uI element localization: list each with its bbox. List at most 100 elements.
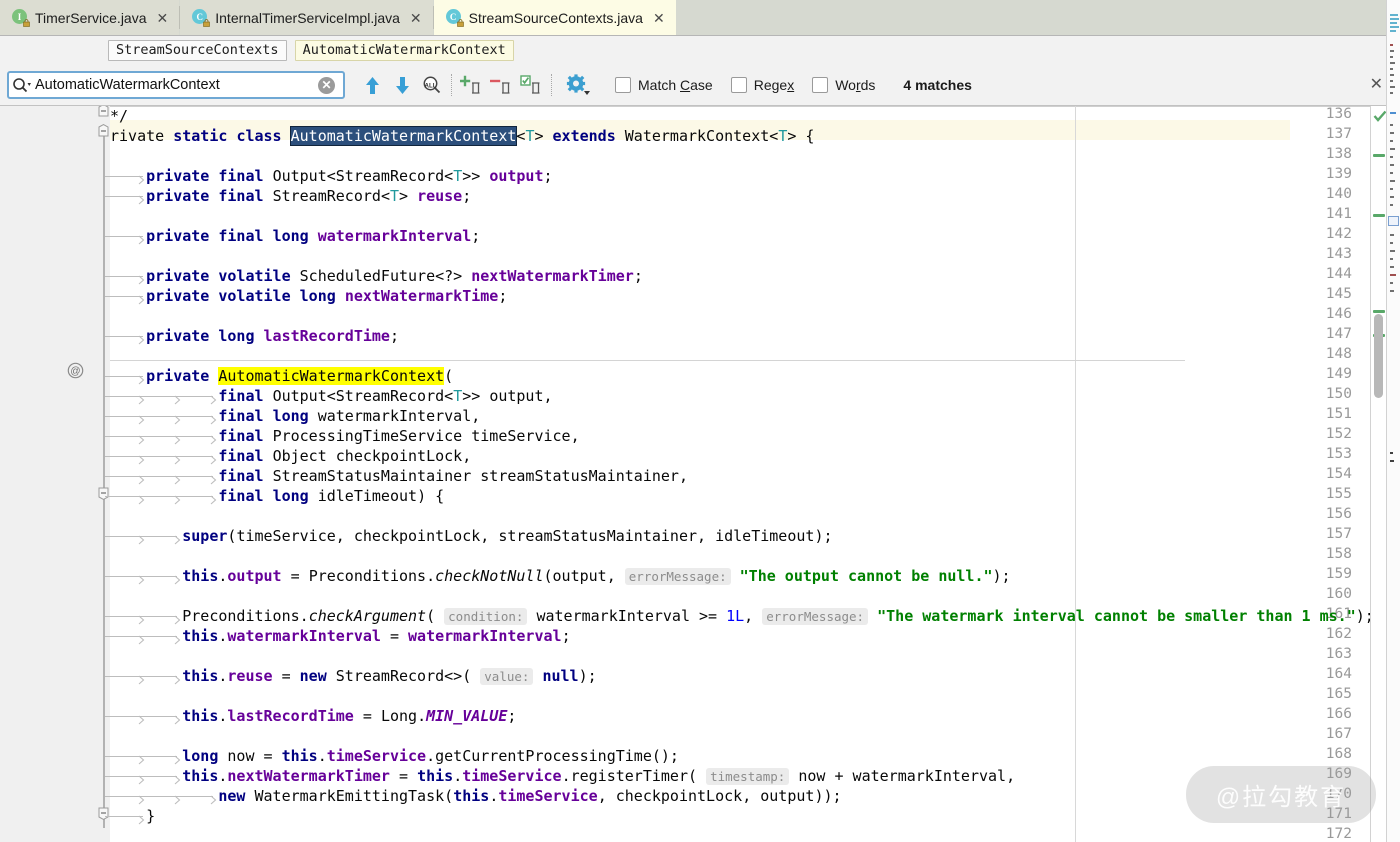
interface-icon: I: [12, 9, 30, 27]
tab-arrow-icon: [174, 631, 181, 645]
editor-tab-bar: I TimerService.java ✕ C InternalTimerSer…: [0, 0, 1400, 36]
search-input[interactable]: [35, 74, 318, 96]
breadcrumb-item-streamsourcecontexts[interactable]: StreamSourceContexts: [108, 40, 287, 61]
fold-marker-171[interactable]: [97, 806, 110, 820]
editor-scrollbar-thumb[interactable]: [1374, 314, 1383, 398]
occurrence-marker[interactable]: [1373, 214, 1385, 217]
regex-checkbox[interactable]: Regex: [730, 77, 794, 93]
tab-arrow-icon: [174, 751, 181, 765]
indent-guide: [177, 416, 213, 417]
tab-arrow-icon: [138, 331, 145, 345]
search-field-wrapper[interactable]: ✕: [7, 71, 345, 99]
code-line[interactable]: rivate static class AutomaticWatermarkCo…: [110, 126, 814, 146]
toolbar-separator: [551, 74, 553, 96]
search-match[interactable]: AutomaticWatermarkContext: [218, 367, 445, 385]
tab-arrow-icon: [138, 171, 145, 185]
code-line[interactable]: private volatile ScheduledFuture<?> next…: [110, 266, 643, 286]
editor-gutter[interactable]: [0, 106, 97, 842]
tab-close-icon[interactable]: ✕: [410, 11, 422, 25]
clear-search-icon[interactable]: ✕: [318, 76, 335, 94]
error-stripe-marker-bar[interactable]: [1370, 106, 1387, 842]
tab-arrow-icon: [210, 431, 217, 445]
words-label: Words: [835, 77, 876, 93]
indent-guide: [141, 756, 177, 757]
editor-tab-timerservice[interactable]: I TimerService.java ✕: [0, 0, 180, 35]
breadcrumb-item-automaticwatermarkcontext[interactable]: AutomaticWatermarkContext: [294, 40, 514, 61]
code-line[interactable]: this.reuse = new StreamRecord<>( value: …: [110, 666, 597, 686]
search-match-current[interactable]: AutomaticWatermarkContext: [289, 126, 518, 146]
tab-close-icon[interactable]: ✕: [157, 11, 169, 25]
words-checkbox-box[interactable]: [812, 77, 829, 93]
tab-arrow-icon: [174, 711, 181, 725]
occurrence-marker[interactable]: [1373, 154, 1385, 157]
fold-region-line: [103, 128, 105, 828]
code-line[interactable]: private volatile long nextWatermarkTime;: [110, 286, 507, 306]
class-icon: C: [192, 9, 211, 27]
svg-text:@: @: [70, 366, 80, 377]
tab-arrow-icon: [210, 491, 217, 505]
code-minimap[interactable]: [1386, 0, 1400, 842]
search-icon[interactable]: [9, 73, 35, 97]
inspection-ok-icon[interactable]: [1373, 110, 1387, 126]
annotation-gutter-icon[interactable]: @: [67, 362, 84, 379]
find-settings-button[interactable]: [563, 70, 593, 100]
code-line[interactable]: private final long watermarkInterval;: [110, 226, 480, 246]
add-occurrence-button[interactable]: [457, 70, 487, 100]
remove-occurrence-button[interactable]: [487, 70, 517, 100]
find-next-button[interactable]: [387, 70, 417, 100]
occurrence-marker[interactable]: [1373, 310, 1385, 313]
indent-guide: [141, 396, 177, 397]
code-text-area[interactable]: */rivate static class AutomaticWatermark…: [105, 106, 1400, 842]
find-previous-button[interactable]: [357, 70, 387, 100]
tab-arrow-icon: [174, 531, 181, 545]
code-line[interactable]: private final StreamRecord<T> reuse;: [110, 186, 471, 206]
tab-close-icon[interactable]: ✕: [653, 11, 665, 25]
code-line[interactable]: Preconditions.checkArgument( condition: …: [110, 606, 1374, 626]
code-line[interactable]: super(timeService, checkpointLock, strea…: [110, 526, 832, 546]
indent-guide: [141, 436, 177, 437]
code-line[interactable]: long now = this.timeService.getCurrentPr…: [110, 746, 679, 766]
indent-guide: [141, 636, 177, 637]
words-checkbox[interactable]: Words: [812, 77, 875, 93]
select-all-occurrences-button[interactable]: ALL: [417, 70, 447, 100]
class-icon: C: [445, 9, 464, 27]
code-line[interactable]: new WatermarkEmittingTask(this.timeServi…: [110, 786, 841, 806]
regex-checkbox-box[interactable]: [730, 77, 747, 93]
tab-arrow-icon: [138, 271, 145, 285]
match-case-checkbox-box[interactable]: [615, 77, 631, 93]
code-line[interactable]: this.nextWatermarkTimer = this.timeServi…: [110, 766, 1015, 786]
code-line[interactable]: */: [110, 106, 128, 126]
indent-guide: [177, 456, 213, 457]
tab-arrow-icon: [138, 811, 145, 825]
indent-guide: [177, 476, 213, 477]
indent-guide: [141, 616, 177, 617]
code-line[interactable]: private final Output<StreamRecord<T>> ou…: [110, 166, 552, 186]
close-find-icon[interactable]: ✕: [1370, 77, 1383, 93]
editor-tab-streamsourcecontexts[interactable]: C StreamSourceContexts.java ✕: [433, 0, 676, 35]
code-editor[interactable]: 136 137 138 139 140 141 142 143 144 145 146 147 148 1…: [0, 106, 1400, 842]
fold-marker-137[interactable]: [97, 124, 110, 138]
tab-arrow-icon: [138, 291, 145, 305]
code-line[interactable]: private AutomaticWatermarkContext(: [110, 366, 453, 386]
indent-guide: [141, 676, 177, 677]
code-line[interactable]: private long lastRecordTime;: [110, 326, 399, 346]
tab-arrow-icon: [138, 231, 145, 245]
fold-marker-155[interactable]: [97, 486, 110, 500]
indent-guide: [177, 436, 213, 437]
tab-arrow-icon: [138, 191, 145, 205]
indent-guide: [141, 576, 177, 577]
tab-arrow-icon: [210, 411, 217, 425]
editor-tab-label: StreamSourceContexts.java: [468, 9, 643, 26]
indent-guide: [141, 496, 177, 497]
watermark-overlay: @拉勾教育: [1186, 766, 1376, 823]
tab-arrow-icon: [174, 671, 181, 685]
editor-tab-internaltimerserviceimpl[interactable]: C InternalTimerServiceImpl.java ✕: [180, 0, 433, 35]
editor-tab-label: TimerService.java: [35, 9, 147, 26]
indent-guide: [141, 456, 177, 457]
indent-guide: [177, 396, 213, 397]
code-line[interactable]: this.output = Preconditions.checkNotNull…: [110, 566, 1011, 586]
select-all-button[interactable]: [517, 70, 547, 100]
fold-marker-136[interactable]: [97, 106, 110, 118]
match-case-checkbox[interactable]: Match Case: [615, 77, 713, 93]
indent-guide: [141, 716, 177, 717]
